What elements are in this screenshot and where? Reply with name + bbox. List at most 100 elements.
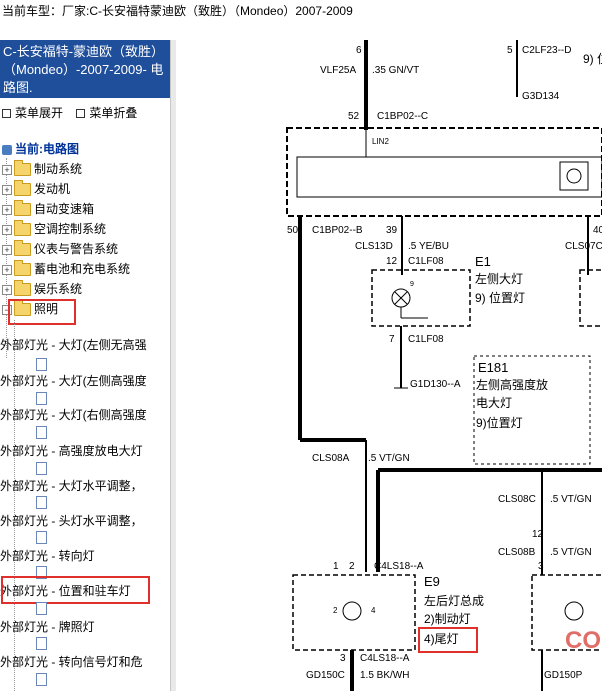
tree-item-brake[interactable]: + 制动系统	[2, 160, 82, 178]
wire-spec: 1.5 BK/WH	[360, 670, 409, 681]
leaf-label: 外部灯光 - 大灯水平调整，	[0, 479, 143, 493]
wire-code: CLS13D	[355, 241, 393, 252]
ground-label: G3D134	[522, 91, 560, 102]
expand-icon	[2, 109, 11, 119]
current-model-value: 厂家:C-长安福特蒙迪欧（致胜）（Mondeo）2007-2009	[62, 4, 353, 18]
current-model-label: 当前车型：	[2, 4, 63, 18]
leaf-label: 外部灯光 - 大灯(右侧高强度	[0, 408, 147, 422]
connector-label: C1BP02--B	[312, 225, 363, 236]
leaf-headlamp-leveling[interactable]: 外部灯光 - 大灯水平调整，	[0, 477, 143, 495]
computer-icon	[2, 144, 12, 155]
leaf-headlamp-left-hid[interactable]: 外部灯光 - 大灯(左侧高强度	[0, 372, 147, 390]
folder-icon	[14, 240, 31, 257]
connector-label: C4LS18--A	[360, 653, 410, 664]
pin-label: 6	[356, 45, 362, 56]
expand-plus-icon[interactable]: +	[2, 224, 12, 235]
ground-label: GD150C	[306, 670, 345, 681]
leaf-hazard-lamp[interactable]: 外部灯光 - 转向信号灯和危	[0, 653, 143, 671]
tree-item-entertainment[interactable]: + 娱乐系统	[2, 280, 82, 298]
leaf-label: 外部灯光 - 高强度放电大灯	[0, 444, 143, 458]
highlight-box	[8, 299, 76, 325]
function-label: 2)制动灯	[424, 612, 471, 626]
folder-icon	[14, 160, 31, 177]
document-icon	[36, 531, 47, 544]
pin-label: 40	[593, 225, 602, 236]
expand-plus-icon[interactable]: +	[2, 244, 12, 255]
function-label: 9) 位	[583, 51, 602, 66]
tree-item-engine[interactable]: + 发动机	[2, 180, 70, 198]
function-label: 4)尾灯	[424, 632, 459, 646]
tree-root-label: 当前:电路图	[15, 142, 79, 156]
folder-icon	[14, 220, 31, 237]
wire-spec: .35 GN/VT	[372, 65, 419, 76]
ground-label: GD150P	[544, 670, 583, 681]
component-name: 电大灯	[476, 396, 512, 410]
leaf-headlight-leveling[interactable]: 外部灯光 - 头灯水平调整，	[0, 512, 143, 530]
document-icon	[36, 392, 47, 405]
leaf-license-lamp[interactable]: 外部灯光 - 牌照灯	[0, 618, 95, 636]
leaf-label: 外部灯光 - 转向信号灯和危	[0, 655, 143, 669]
wire-code: CLS08B	[498, 547, 536, 558]
function-label: 9) 位置灯	[475, 290, 525, 305]
expand-plus-icon[interactable]: +	[2, 164, 12, 175]
wire-code: CLS08A	[312, 453, 350, 464]
document-icon	[36, 602, 47, 615]
tree-item-label: 空调控制系统	[34, 222, 107, 236]
ground-label: G1D130--A	[410, 379, 461, 390]
sidebar: C-长安福特-蒙迪欧（致胜）（Mondeo）-2007-2009- 电路图. 菜…	[0, 40, 171, 691]
tree-item-transmission[interactable]: + 自动变速箱	[2, 200, 94, 218]
folder-icon	[14, 180, 31, 197]
module-box	[286, 127, 602, 217]
component-id: E181	[478, 360, 508, 375]
tree-item-battery[interactable]: + 蓄电池和充电系统	[2, 260, 130, 278]
pin-label: 1	[333, 561, 339, 572]
leaf-label: 外部灯光 - 牌照灯	[0, 620, 95, 634]
tree-item-instrument[interactable]: + 仪表与警告系统	[2, 240, 118, 258]
pin-label: 7	[389, 334, 395, 345]
pin-label: 4	[371, 606, 376, 615]
document-icon	[36, 462, 47, 475]
leaf-hid-headlamp[interactable]: 外部灯光 - 高强度放电大灯	[0, 442, 143, 460]
expand-plus-icon[interactable]: +	[2, 184, 12, 195]
pin-label: 50	[287, 225, 299, 236]
document-icon	[36, 637, 47, 650]
connector-label: C2LF23--D	[522, 45, 571, 56]
tree-item-label: 制动系统	[34, 162, 83, 176]
watermark: CO	[565, 627, 601, 654]
component-id: E9	[424, 574, 440, 589]
leaf-turn-signal[interactable]: 外部灯光 - 转向灯	[0, 547, 95, 565]
document-icon	[36, 496, 47, 509]
pin-label: 9	[410, 281, 414, 288]
component-id: E1	[475, 254, 491, 269]
leaf-label: 外部灯光 - 头灯水平调整，	[0, 514, 143, 528]
leaf-label: 外部灯光 - 大灯(左侧无高强	[0, 338, 147, 352]
connector-label: C1LF08	[408, 256, 444, 267]
collapse-all-button[interactable]: 菜单折叠	[76, 106, 137, 120]
connector-label: C4LS18--A	[374, 561, 424, 572]
wire-spec: .5 VT/GN	[368, 453, 410, 464]
expand-all-button[interactable]: 菜单展开	[2, 106, 63, 120]
pin-label: 2	[349, 561, 355, 572]
tree-item-label: 自动变速箱	[34, 202, 95, 216]
sidebar-title: C-长安福特-蒙迪欧（致胜）（Mondeo）-2007-2009- 电路图.	[0, 40, 170, 98]
component-name: 左侧高强度放	[476, 377, 548, 392]
wire-code: CLS08C	[498, 494, 536, 505]
tree-root[interactable]: 当前:电路图	[2, 140, 79, 157]
highlight-box	[1, 576, 150, 604]
leaf-headlamp-left-no-hid[interactable]: 外部灯光 - 大灯(左侧无高强	[0, 336, 147, 354]
folder-icon	[14, 280, 31, 297]
pin-label: 2	[333, 606, 338, 615]
expand-plus-icon[interactable]: +	[2, 284, 12, 295]
expand-plus-icon[interactable]: +	[2, 264, 12, 275]
tree-item-climate[interactable]: + 空调控制系统	[2, 220, 106, 238]
document-icon	[36, 673, 47, 686]
leaf-headlamp-right-hid[interactable]: 外部灯光 - 大灯(右侧高强度	[0, 406, 147, 424]
tree-item-label: 仪表与警告系统	[34, 242, 119, 256]
document-icon	[36, 426, 47, 439]
expand-plus-icon[interactable]: +	[2, 204, 12, 215]
wire-code: CLS07C	[565, 241, 602, 252]
leaf-label: 外部灯光 - 转向灯	[0, 549, 95, 563]
module-inner-box	[296, 156, 602, 198]
pin-label: 39	[386, 225, 398, 236]
connector-label: C1LF08	[408, 334, 444, 345]
